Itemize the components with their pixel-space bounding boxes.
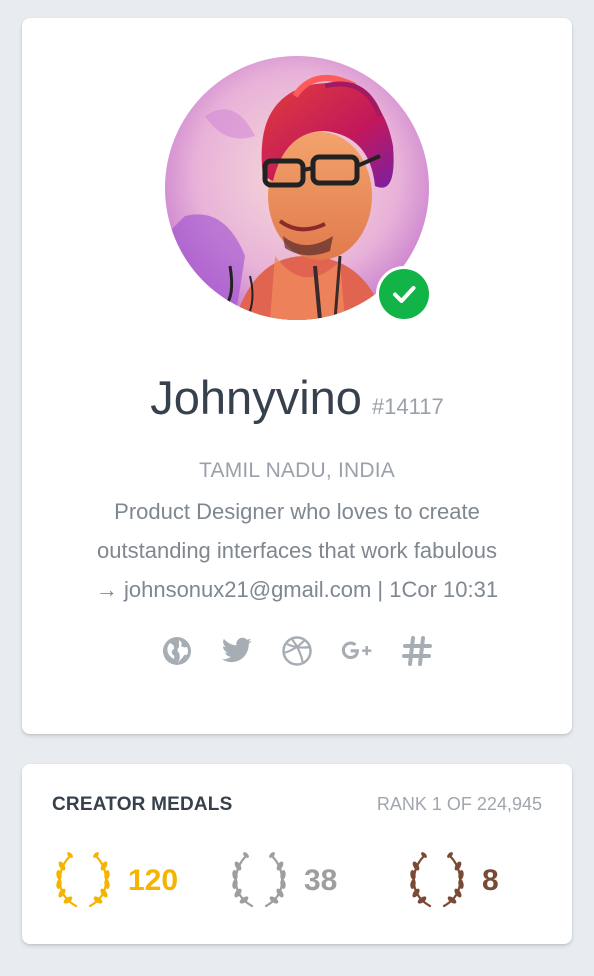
silver-medal[interactable]: 38	[228, 850, 337, 912]
dribbble-icon[interactable]	[280, 634, 314, 668]
profile-card: Johnyvino #14117 TAMIL NADU, INDIA Produc…	[22, 18, 572, 734]
name-row: Johnyvino #14117	[22, 370, 572, 425]
laurel-wreath-icon	[232, 852, 286, 908]
verified-badge	[376, 266, 432, 322]
bio-line: Product Designer who loves to create	[114, 499, 480, 524]
hashtag-icon[interactable]	[400, 634, 434, 668]
avatar-container	[165, 56, 432, 322]
laurel-wreath-icon	[56, 852, 110, 908]
silver-medal-count: 38	[304, 864, 338, 897]
bronze-medal[interactable]: 8	[406, 850, 499, 912]
rank-label: RANK 1 OF 224,945	[376, 794, 542, 814]
medals-title: CREATOR MEDALS	[52, 794, 233, 815]
google-plus-icon[interactable]	[340, 634, 374, 668]
profile-name: Johnyvino	[150, 371, 362, 424]
location: TAMIL NADU, INDIA	[199, 459, 395, 482]
globe-icon[interactable]	[160, 634, 194, 668]
twitter-icon[interactable]	[220, 634, 254, 668]
bio-line: → johnsonux21@gmail.com | 1Cor 10:31	[95, 577, 499, 602]
user-id: #14117	[371, 394, 444, 419]
social-links	[22, 634, 572, 668]
laurel-wreath-icon	[410, 852, 464, 908]
gold-medal-count: 120	[128, 864, 179, 897]
bio-line: outstanding interfaces that work fabulou…	[97, 538, 497, 563]
creator-medals-card: CREATOR MEDALS RANK 1 OF 224,945 120 38 …	[22, 764, 572, 944]
bronze-medal-count: 8	[482, 864, 499, 897]
gold-medal[interactable]: 120	[52, 850, 178, 912]
checkmark-icon	[379, 269, 429, 319]
bio: Product Designer who loves to create out…	[42, 492, 552, 609]
